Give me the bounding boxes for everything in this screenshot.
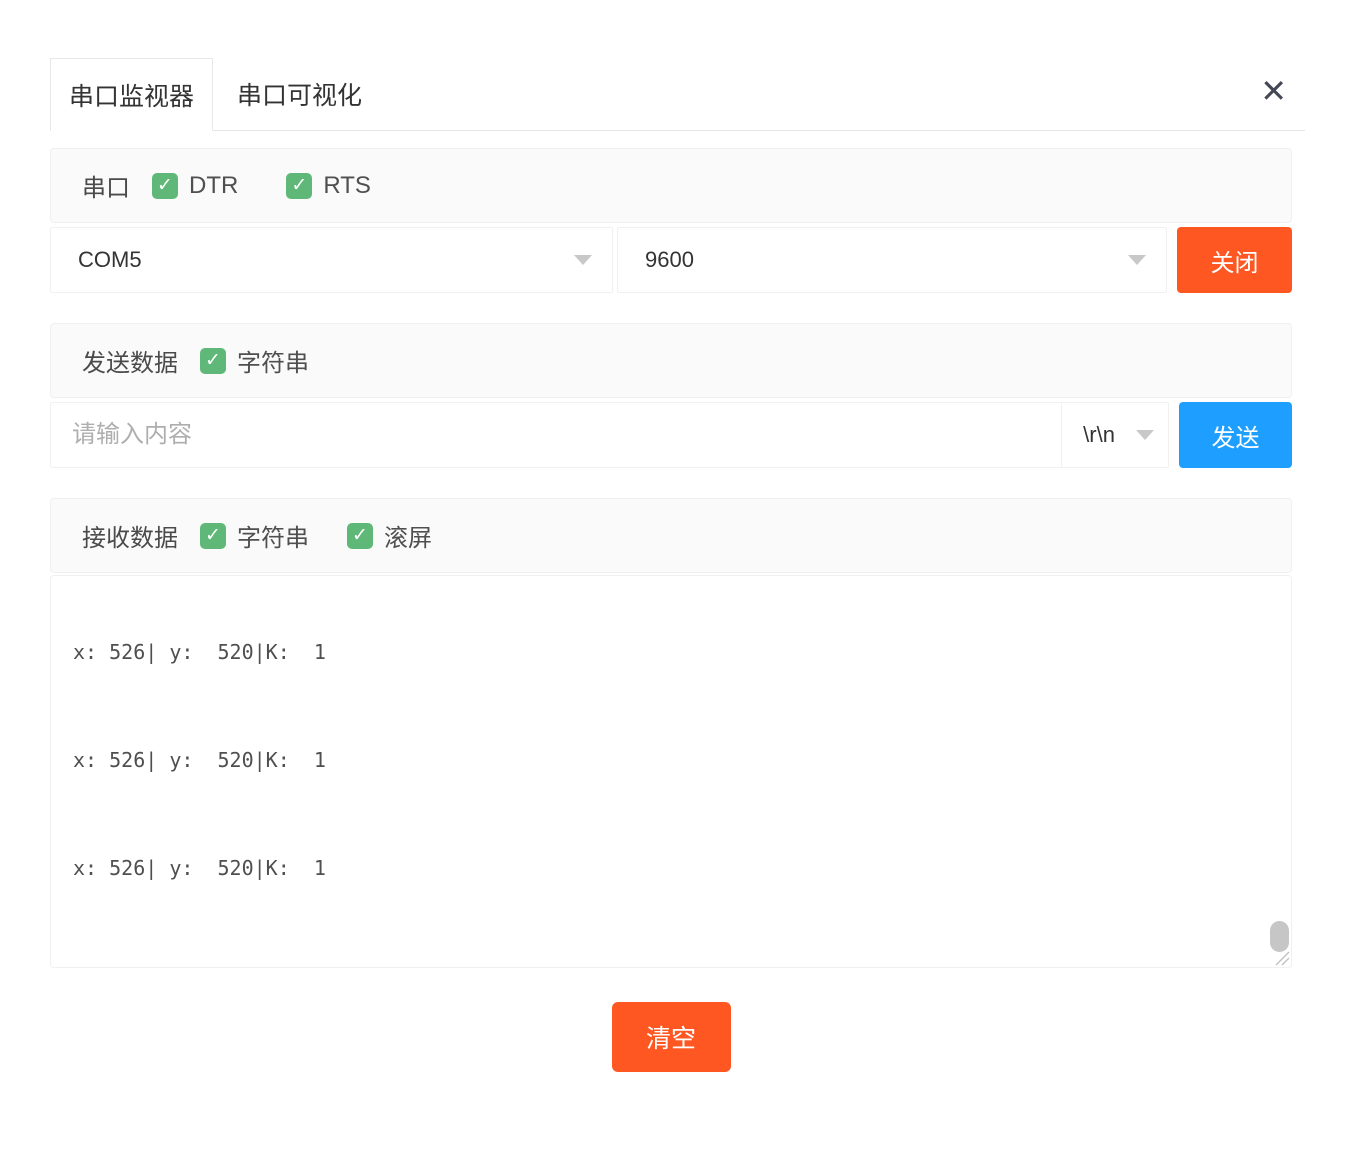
check-icon: ✓ bbox=[205, 526, 221, 545]
serial-monitor-dialog: 串口监视器 串口可视化 ✕ 串口 ✓ DTR ✓ RTS bbox=[0, 58, 1363, 1072]
receive-string-checkbox[interactable]: ✓ bbox=[200, 523, 226, 549]
receive-data-panel: 接收数据 ✓ 字符串 ✓ 滚屏 bbox=[50, 498, 1292, 573]
receive-data-title: 接收数据 bbox=[82, 518, 178, 553]
check-icon: ✓ bbox=[157, 176, 173, 195]
clear-button[interactable]: 清空 bbox=[612, 1002, 731, 1072]
footer: 清空 bbox=[50, 968, 1292, 1072]
baud-select[interactable]: 9600 bbox=[617, 227, 1167, 293]
tab-bar: 串口监视器 串口可视化 ✕ bbox=[50, 58, 1305, 131]
send-string-label: 字符串 bbox=[237, 343, 309, 378]
check-icon: ✓ bbox=[352, 526, 368, 545]
tab-serial-monitor[interactable]: 串口监视器 bbox=[50, 58, 213, 131]
line-ending-value: \r\n bbox=[1083, 422, 1115, 448]
rts-checkbox[interactable]: ✓ bbox=[286, 173, 312, 199]
tab-serial-visualization-label: 串口可视化 bbox=[237, 76, 362, 112]
baud-select-value: 9600 bbox=[645, 247, 694, 273]
scrollbar-thumb[interactable] bbox=[1270, 921, 1289, 952]
send-string-checkbox-group: ✓ 字符串 bbox=[200, 343, 309, 378]
log-line: x: 526| y: 520|K: 1 bbox=[73, 958, 1291, 968]
port-settings-row: COM5 9600 关闭 bbox=[50, 227, 1292, 293]
send-button[interactable]: 发送 bbox=[1179, 402, 1292, 468]
rts-checkbox-group: ✓ RTS bbox=[286, 172, 371, 200]
receive-textarea[interactable]: x: 526| y: 520|K: 1 x: 526| y: 520|K: 1 … bbox=[50, 575, 1292, 968]
send-data-title: 发送数据 bbox=[82, 343, 178, 378]
serial-port-panel: 串口 ✓ DTR ✓ RTS bbox=[50, 148, 1292, 223]
close-port-button[interactable]: 关闭 bbox=[1177, 227, 1292, 293]
check-icon: ✓ bbox=[205, 351, 221, 370]
tab-serial-monitor-label: 串口监视器 bbox=[69, 77, 194, 113]
receive-string-checkbox-group: ✓ 字符串 bbox=[200, 518, 309, 553]
chevron-down-icon bbox=[574, 255, 592, 265]
resize-handle-icon[interactable] bbox=[1273, 949, 1290, 966]
log-line: x: 526| y: 520|K: 1 bbox=[73, 850, 1291, 886]
tab-serial-visualization[interactable]: 串口可视化 bbox=[213, 58, 386, 130]
port-select[interactable]: COM5 bbox=[50, 227, 613, 293]
receive-string-label: 字符串 bbox=[237, 518, 309, 553]
autoscroll-checkbox[interactable]: ✓ bbox=[347, 523, 373, 549]
close-icon[interactable]: ✕ bbox=[1260, 58, 1287, 124]
log-line: x: 526| y: 520|K: 1 bbox=[73, 742, 1291, 778]
rts-label: RTS bbox=[323, 172, 371, 200]
autoscroll-checkbox-group: ✓ 滚屏 bbox=[347, 518, 432, 553]
chevron-down-icon bbox=[1136, 430, 1154, 440]
log-line: x: 526| y: 520|K: 1 bbox=[73, 634, 1291, 670]
dtr-checkbox-group: ✓ DTR bbox=[152, 172, 238, 200]
receive-log: x: 526| y: 520|K: 1 x: 526| y: 520|K: 1 … bbox=[51, 575, 1291, 968]
dialog-content: 串口 ✓ DTR ✓ RTS COM5 9600 bbox=[50, 148, 1292, 1072]
dtr-label: DTR bbox=[189, 172, 238, 200]
autoscroll-label: 滚屏 bbox=[384, 518, 432, 553]
chevron-down-icon bbox=[1128, 255, 1146, 265]
dtr-checkbox[interactable]: ✓ bbox=[152, 173, 178, 199]
line-ending-select[interactable]: \r\n bbox=[1061, 402, 1169, 468]
send-input[interactable] bbox=[50, 402, 1062, 468]
check-icon: ✓ bbox=[291, 176, 307, 195]
send-data-panel: 发送数据 ✓ 字符串 bbox=[50, 323, 1292, 398]
send-row: \r\n 发送 bbox=[50, 402, 1292, 468]
send-string-checkbox[interactable]: ✓ bbox=[200, 348, 226, 374]
serial-port-title: 串口 bbox=[82, 168, 130, 203]
port-select-value: COM5 bbox=[78, 247, 142, 273]
